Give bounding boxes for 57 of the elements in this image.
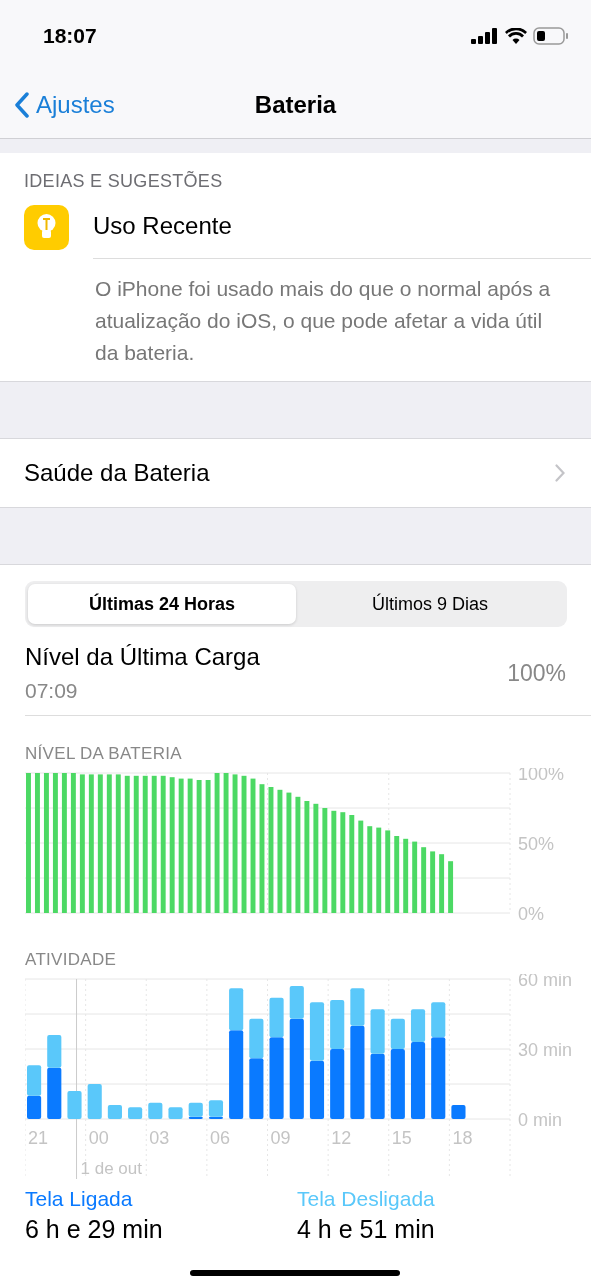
axis-label: 12 xyxy=(331,1128,352,1148)
activity-bar xyxy=(330,1000,345,1049)
suggestion-text: O iPhone foi usado mais do que o normal após a atualização do iOS, o que pode afetar a vida útil da bateria. xyxy=(94,276,552,366)
last-charge-label: Nível da Última Carga xyxy=(25,643,260,671)
activity-bar xyxy=(309,1002,325,1061)
last-charge-value: 100% xyxy=(507,659,566,687)
activity-bar xyxy=(87,1084,102,1119)
activity-bar xyxy=(168,1107,183,1119)
activity-bar xyxy=(27,1095,42,1119)
status-time: 18:07 xyxy=(43,24,97,48)
battery-icon xyxy=(533,27,569,45)
activity-bar xyxy=(309,1060,325,1119)
axis-label: 30 min xyxy=(518,1040,573,1060)
activity-bar xyxy=(27,1065,42,1096)
axis-label: 00 xyxy=(88,1128,109,1148)
lightbulb-icon xyxy=(24,205,69,250)
battery-bar xyxy=(421,847,427,913)
axis-label: 06 xyxy=(209,1128,230,1148)
chart-header: NÍVEL DA BATERIA xyxy=(25,743,183,765)
battery-bar xyxy=(412,841,418,913)
segment-tab[interactable]: Últimos 9 Dias xyxy=(296,584,564,624)
axis-label: 21 xyxy=(28,1128,49,1148)
duration-value: 4 h e 51 min xyxy=(297,1215,436,1244)
duration-value: 6 h e 29 min xyxy=(25,1215,164,1244)
battery-bar xyxy=(439,854,445,913)
activity-bar xyxy=(148,1102,163,1119)
activity-bar xyxy=(107,1105,122,1119)
battery-health-row[interactable]: Saúde da Bateria xyxy=(0,439,591,508)
chart-header: ATIVIDADE xyxy=(25,949,118,971)
last-charge-time: 07:09 xyxy=(25,679,79,703)
axis-label: 03 xyxy=(149,1128,170,1148)
axis-label: 18 xyxy=(452,1128,473,1148)
activity-bar xyxy=(451,1105,466,1119)
segment-tab[interactable]: Últimas 24 Horas xyxy=(28,584,296,624)
axis-label: 50% xyxy=(518,834,555,854)
axis-label: 0% xyxy=(518,904,544,924)
section-header: IDEIAS E SUGESTÕES xyxy=(23,170,224,193)
axis-label: 15 xyxy=(391,1128,412,1148)
wifi-icon xyxy=(505,28,527,44)
back-button[interactable]: Ajustes xyxy=(0,91,115,119)
activity-bar xyxy=(128,1107,143,1119)
chevron-right-icon xyxy=(555,464,565,482)
activity-bar xyxy=(330,1049,345,1119)
legend-label: Tela Ligada xyxy=(25,1187,134,1211)
signal-icon xyxy=(471,28,499,44)
activity-bar xyxy=(67,1091,82,1119)
chevron-left-icon xyxy=(14,92,30,118)
suggestion-title[interactable]: Uso Recente xyxy=(93,200,591,259)
battery-bar xyxy=(430,851,436,913)
page-title: Bateria xyxy=(254,91,337,119)
legend-label: Tela Desligada xyxy=(297,1187,436,1211)
back-label: Ajustes xyxy=(36,91,115,119)
axis-label: 100% xyxy=(518,768,565,784)
axis-label: 09 xyxy=(270,1128,291,1148)
axis-label: 0 min xyxy=(518,1110,562,1130)
battery-bar xyxy=(448,861,454,913)
date-label: 1 de out xyxy=(80,1159,142,1178)
